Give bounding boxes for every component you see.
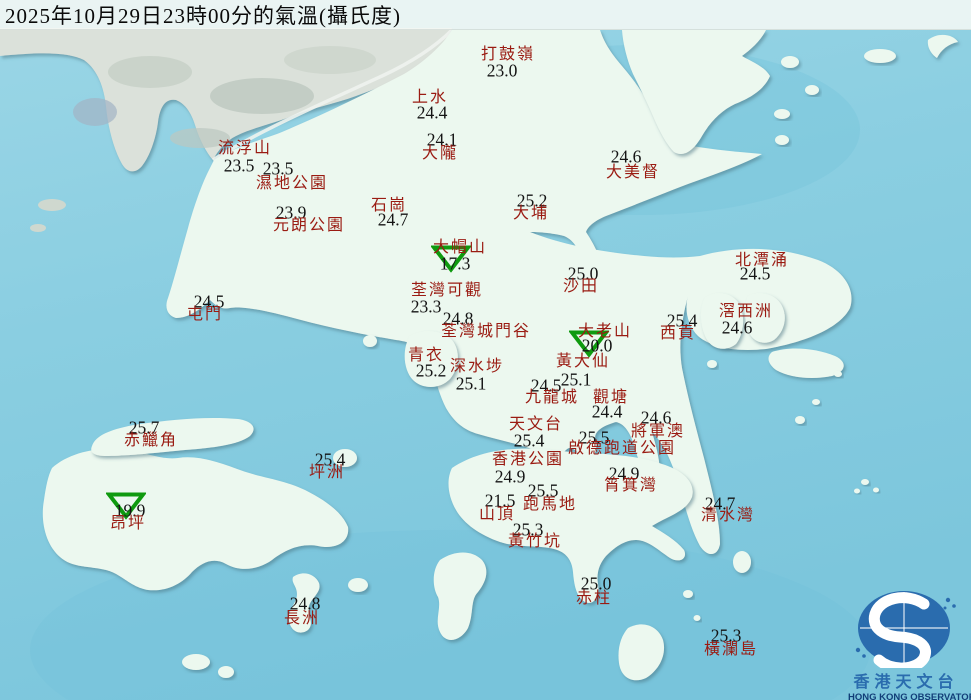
station-temp-value: 17.3 <box>440 255 471 273</box>
map-title-text: 2025年10月29日23時00分的氣溫(攝氏度) <box>5 0 401 30</box>
station-temp-value: 24.6 <box>722 319 753 337</box>
station-name-label: 清水灣 <box>701 508 755 524</box>
station-name-label: 觀塘 <box>593 390 629 406</box>
station-name-label: 屯門 <box>187 307 223 323</box>
station-temp-value: 25.1 <box>456 375 487 393</box>
hko-logo: 香港天文台 HONG KONG OBSERVATORY <box>848 588 964 700</box>
station-name-label: 赤柱 <box>576 591 612 607</box>
station-name-label: 西貢 <box>660 326 696 342</box>
station-name-label: 大埔 <box>513 206 549 222</box>
station-name-label: 大老山 <box>578 324 632 340</box>
hko-temperature-map: 2025年10月29日23時00分的氣溫(攝氏度) 23.0打鼓嶺 24.4上水 2… <box>0 0 971 700</box>
station-name-label: 荃灣可觀 <box>411 283 483 299</box>
station-name-label: 打鼓嶺 <box>481 47 535 63</box>
station-name-label: 青衣 <box>408 348 444 364</box>
hong-kong-map <box>0 0 971 700</box>
station-name-label: 天文台 <box>509 417 563 433</box>
station-temp-value: 24.4 <box>417 104 448 122</box>
station-name-label: 深水埗 <box>450 359 504 375</box>
station-name-label: 大美督 <box>606 165 660 181</box>
station-name-label: 濕地公園 <box>256 176 328 192</box>
station-name-label: 跑馬地 <box>523 497 577 513</box>
station-temp-value: 23.0 <box>487 62 518 80</box>
station-name-label: 啟德跑道公園 <box>568 441 676 457</box>
station-name-label: 長洲 <box>284 611 320 627</box>
station-name-label: 赤鱲角 <box>124 433 178 449</box>
station-temp-value: 25.4 <box>514 432 545 450</box>
station-name-label: 大帽山 <box>433 240 487 256</box>
hko-logo-chinese-name: 香港天文台 <box>848 673 964 692</box>
station-temp-value: 23.5 <box>224 157 255 175</box>
map-title: 2025年10月29日23時00分的氣溫(攝氏度) <box>0 0 971 30</box>
station-temp-value: 25.2 <box>416 362 447 380</box>
station-name-label: 沙田 <box>563 279 599 295</box>
hko-logo-emblem <box>848 588 964 668</box>
station-name-label: 將軍澳 <box>631 424 685 440</box>
station-name-label: 大隴 <box>422 146 458 162</box>
station-name-label: 流浮山 <box>218 141 272 157</box>
station-name-label: 元朗公園 <box>273 218 345 234</box>
station-name-label: 坪洲 <box>309 465 345 481</box>
station-name-label: 滘西洲 <box>719 304 773 320</box>
station-name-label: 荃灣城門谷 <box>441 324 531 340</box>
station-name-label: 上水 <box>412 90 448 106</box>
station-temp-value: 23.3 <box>411 298 442 316</box>
station-temp-value: 25.1 <box>561 371 592 389</box>
station-name-label: 山頂 <box>479 507 515 523</box>
station-name-label: 北潭涌 <box>735 253 789 269</box>
station-temp-value: 24.9 <box>495 468 526 486</box>
station-name-label: 昂坪 <box>110 516 146 532</box>
station-name-label: 石崗 <box>371 198 407 214</box>
station-name-label: 橫瀾島 <box>704 642 758 658</box>
hko-logo-english-name: HONG KONG OBSERVATORY <box>848 692 964 700</box>
station-name-label: 筲箕灣 <box>604 478 658 494</box>
station-name-label: 香港公園 <box>492 452 564 468</box>
station-name-label: 九龍城 <box>525 390 579 406</box>
station-name-label: 黃大仙 <box>556 354 610 370</box>
station-name-label: 黃竹坑 <box>508 534 562 550</box>
